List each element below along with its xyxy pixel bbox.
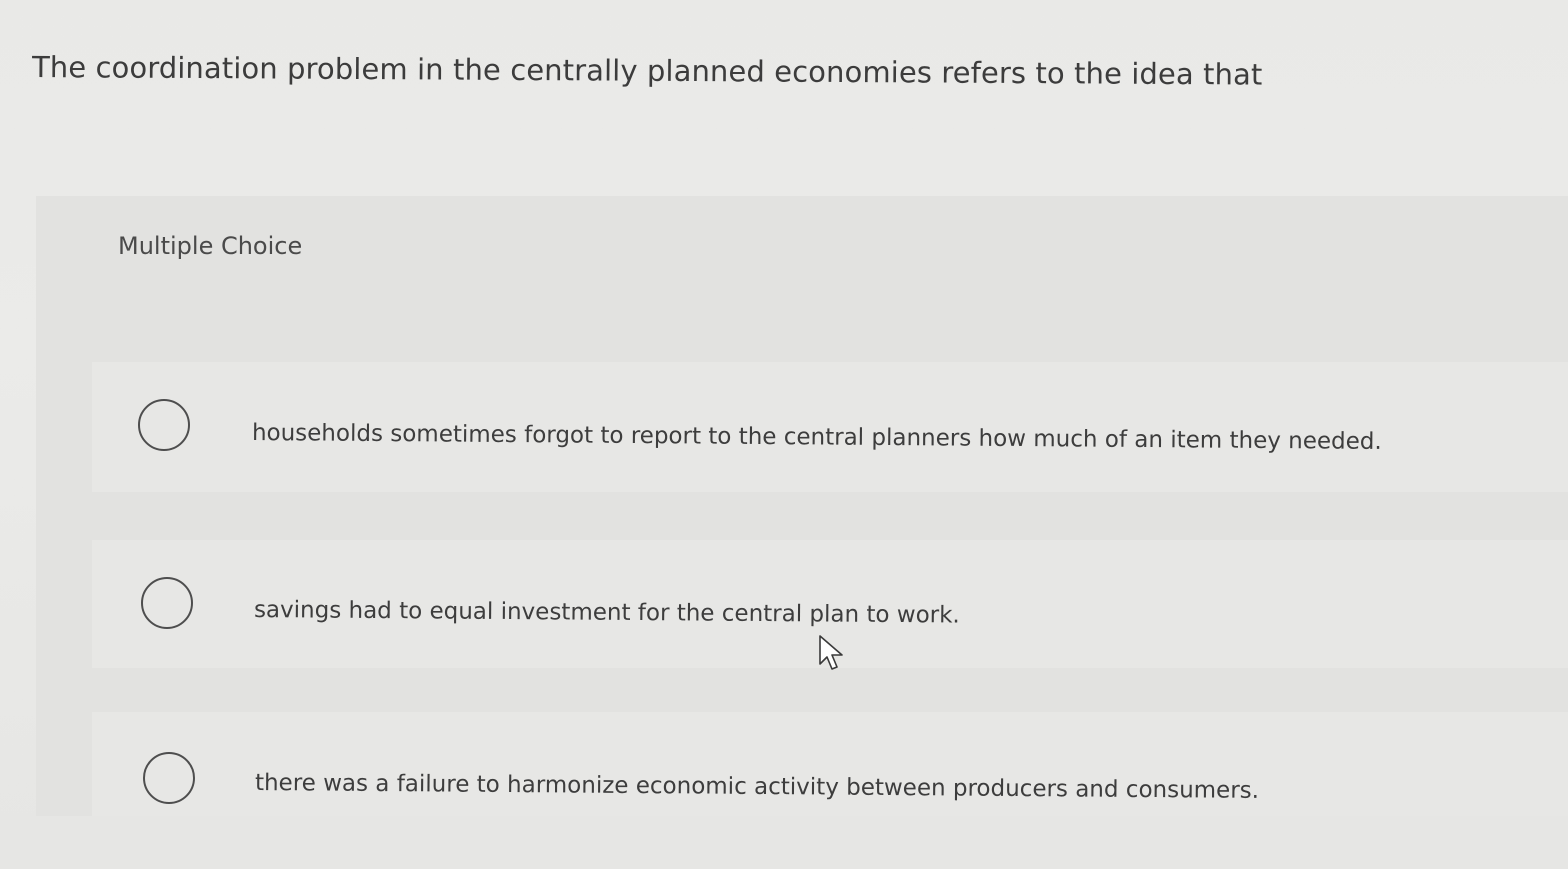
radio-button-icon[interactable] <box>143 752 195 804</box>
radio-button-icon[interactable] <box>141 577 193 629</box>
question-text: The coordination problem in the centrall… <box>31 50 1263 92</box>
radio-button-icon[interactable] <box>138 399 190 451</box>
mouse-pointer-icon <box>819 635 843 670</box>
answer-option-2-label[interactable]: savings had to equal investment for the … <box>254 597 960 629</box>
question-type-label: Multiple Choice <box>118 232 303 260</box>
